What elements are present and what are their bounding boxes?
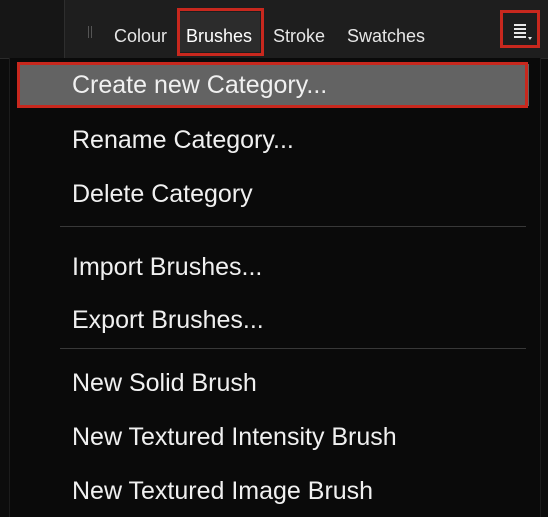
panel-side-strip xyxy=(0,0,65,58)
tab-brushes[interactable]: Brushes xyxy=(186,0,252,58)
drag-grip-icon[interactable] xyxy=(88,26,94,38)
menu-separator xyxy=(60,226,526,227)
hamburger-menu-icon xyxy=(514,24,532,40)
menu-item-export-brushes[interactable]: Export Brushes... xyxy=(72,300,264,340)
menu-item-rename-category[interactable]: Rename Category... xyxy=(72,120,294,160)
menu-separator xyxy=(60,348,526,349)
menu-item-new-textured-intensity-brush[interactable]: New Textured Intensity Brush xyxy=(72,417,397,457)
menu-item-new-textured-image-brush[interactable]: New Textured Image Brush xyxy=(72,471,373,511)
brushes-panel: Colour Brushes Stroke Swatches Create ne… xyxy=(0,0,548,517)
menu-item-new-solid-brush[interactable]: New Solid Brush xyxy=(72,363,257,403)
panel-dropdown-menu: Create new Category... Rename Category..… xyxy=(9,58,541,517)
menu-item-delete-category[interactable]: Delete Category xyxy=(72,174,253,214)
tab-stroke[interactable]: Stroke xyxy=(273,0,325,58)
tab-bar: Colour Brushes Stroke Swatches xyxy=(0,0,548,59)
tab-colour[interactable]: Colour xyxy=(114,0,167,58)
menu-item-import-brushes[interactable]: Import Brushes... xyxy=(72,247,262,287)
menu-item-create-new-category[interactable]: Create new Category... xyxy=(72,65,327,105)
panel-menu-button[interactable] xyxy=(505,17,535,47)
tab-swatches[interactable]: Swatches xyxy=(347,0,425,58)
